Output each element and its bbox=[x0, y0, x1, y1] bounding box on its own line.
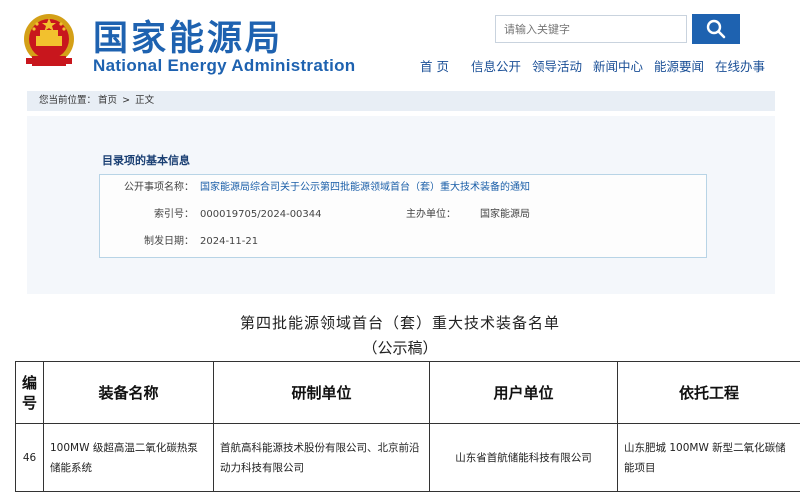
breadcrumb-current: 正文 bbox=[135, 95, 155, 106]
site-header: 国家能源局 National Energy Administration 首 页… bbox=[0, 0, 800, 82]
nav-home[interactable]: 首 页 bbox=[420, 56, 449, 76]
cell-number: 46 bbox=[15, 423, 44, 492]
cell-equipment-name: 100MW 级超高温二氧化碳热泵储能系统 bbox=[43, 423, 214, 492]
header-number-1: 编 bbox=[21, 373, 37, 392]
equipment-table: 编 号 装备名称 研制单位 用户单位 依托工程 46 100MW 级超高温二氧化… bbox=[15, 361, 800, 492]
cell-user-unit: 山东省首航储能科技有限公司 bbox=[429, 423, 618, 492]
catalog-info-table: 公开事项名称： 国家能源局综合司关于公示第四批能源领域首台（套）重大技术装备的通… bbox=[99, 174, 707, 258]
catalog-section-title: 目录项的基本信息 bbox=[102, 154, 190, 167]
breadcrumb-separator: > bbox=[122, 95, 131, 106]
main-nav: 首 页 信息公开 领导活动 新闻中心 能源要闻 在线办事 bbox=[420, 56, 776, 76]
header-user-unit: 用户单位 bbox=[429, 361, 618, 424]
title-label: 公开事项名称： bbox=[124, 182, 194, 193]
site-title-en[interactable]: National Energy Administration bbox=[93, 56, 355, 76]
header-equipment-name: 装备名称 bbox=[43, 361, 214, 424]
org-value: 国家能源局 bbox=[480, 209, 530, 220]
index-value: 000019705/2024-00344 bbox=[200, 209, 322, 220]
site-title-cn[interactable]: 国家能源局 bbox=[93, 10, 283, 61]
date-value: 2024-11-21 bbox=[200, 236, 259, 247]
search-input[interactable] bbox=[495, 15, 687, 43]
document-title: 第四批能源领域首台（套）重大技术装备名单 bbox=[239, 314, 560, 332]
info-row-title: 公开事项名称： 国家能源局综合司关于公示第四批能源领域首台（套）重大技术装备的通… bbox=[100, 177, 706, 199]
header-number-2: 号 bbox=[21, 393, 37, 412]
org-label: 主办单位： bbox=[406, 209, 456, 220]
index-label: 索引号： bbox=[154, 209, 194, 220]
table-row: 46 100MW 级超高温二氧化碳热泵储能系统 首航高科能源技术股份有限公司、北… bbox=[15, 423, 800, 492]
breadcrumb-label: 您当前位置： bbox=[39, 95, 97, 106]
nav-info-disclosure[interactable]: 信息公开 bbox=[471, 56, 521, 76]
info-row-index: 索引号： 000019705/2024-00344 主办单位： 国家能源局 bbox=[100, 204, 706, 226]
nav-online-services[interactable]: 在线办事 bbox=[715, 56, 765, 76]
search-button[interactable] bbox=[692, 14, 740, 44]
cell-project: 山东肥城 100MW 新型二氧化碳储能项目 bbox=[617, 423, 800, 492]
cell-rd-unit: 首航高科能源技术股份有限公司、北京前沿动力科技有限公司 bbox=[213, 423, 430, 492]
breadcrumb: 您当前位置： 首页 > 正文 bbox=[27, 91, 775, 111]
search-icon bbox=[706, 19, 726, 39]
national-emblem-icon[interactable] bbox=[22, 12, 76, 70]
nav-leader-activities[interactable]: 领导活动 bbox=[532, 56, 582, 76]
nav-news-center[interactable]: 新闻中心 bbox=[593, 56, 643, 76]
info-row-date: 制发日期： 2024-11-21 bbox=[100, 231, 706, 253]
breadcrumb-home[interactable]: 首页 bbox=[98, 95, 117, 106]
table-header-row: 编 号 装备名称 研制单位 用户单位 依托工程 bbox=[15, 361, 800, 424]
document-subtitle: （公示稿） bbox=[362, 339, 438, 357]
title-value[interactable]: 国家能源局综合司关于公示第四批能源领域首台（套）重大技术装备的通知 bbox=[200, 177, 530, 199]
nav-energy-news[interactable]: 能源要闻 bbox=[654, 56, 704, 76]
header-number: 编 号 bbox=[15, 361, 44, 424]
date-label: 制发日期： bbox=[144, 236, 194, 247]
catalog-panel: 目录项的基本信息 公开事项名称： 国家能源局综合司关于公示第四批能源领域首台（套… bbox=[27, 116, 775, 294]
header-rd-unit: 研制单位 bbox=[213, 361, 430, 424]
header-project: 依托工程 bbox=[617, 361, 800, 424]
